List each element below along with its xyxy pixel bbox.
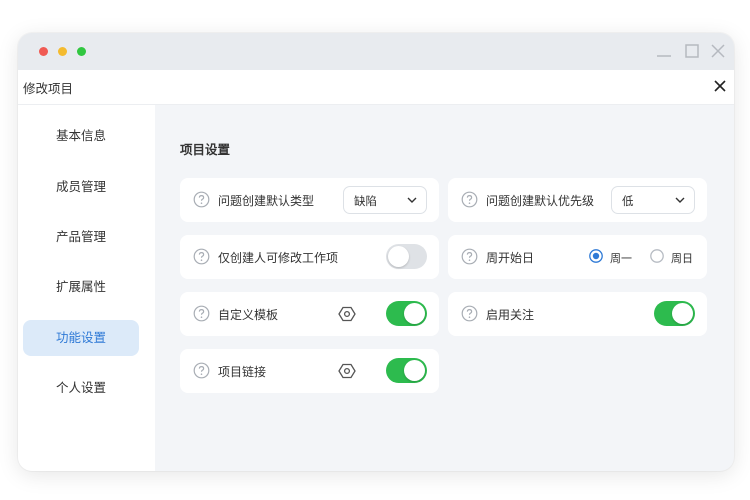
maximize-icon[interactable] <box>682 41 702 61</box>
dialog-header: 修改项目 <box>18 70 734 105</box>
chevron-down-icon <box>407 197 417 203</box>
week-start-option-label: 周一 <box>610 252 632 265</box>
setting-card-enable-follow: 启用关注 <box>448 292 707 336</box>
week-start-radio-monday[interactable]: 周一 <box>589 249 639 265</box>
sidebar-item-basic-info[interactable]: 基本信息 <box>23 118 139 154</box>
creator-only-edit-label: 仅创建人可修改工作项 <box>218 251 339 265</box>
question-circle-icon[interactable] <box>193 191 210 208</box>
default-type-select[interactable]: 缺陷 <box>343 186 427 214</box>
default-type-value: 缺陷 <box>354 194 377 208</box>
hexagon-gear-icon[interactable] <box>338 362 356 380</box>
default-priority-value: 低 <box>622 194 634 208</box>
toggle-knob <box>404 360 425 381</box>
custom-template-label: 自定义模板 <box>218 308 279 322</box>
week-start-option-label: 周日 <box>671 252 693 265</box>
question-circle-icon[interactable] <box>461 305 478 322</box>
zoom-traffic-light[interactable] <box>77 47 86 56</box>
toggle-knob <box>388 246 409 267</box>
sidebar-item-extended-attributes[interactable]: 扩展属性 <box>23 269 139 305</box>
enable-follow-label: 启用关注 <box>486 308 535 322</box>
window-close-icon[interactable] <box>708 41 728 61</box>
dialog-title: 修改项目 <box>23 81 74 96</box>
project-link-label: 项目链接 <box>218 365 267 379</box>
question-circle-icon[interactable] <box>461 191 478 208</box>
sidebar-item-members[interactable]: 成员管理 <box>23 169 139 205</box>
sidebar-item-products[interactable]: 产品管理 <box>23 219 139 255</box>
toggle-knob <box>404 303 425 324</box>
radio-unselected-icon <box>650 249 664 263</box>
setting-card-project-link: 项目链接 <box>180 349 439 393</box>
setting-card-creator-only-edit: 仅创建人可修改工作项 <box>180 235 439 279</box>
app-window: 修改项目 基本信息 成员管理 产品管理 扩展属性 功能设置 个人设置 项目设置 … <box>18 33 734 471</box>
enable-follow-toggle[interactable] <box>654 301 695 326</box>
chevron-down-icon <box>675 197 685 203</box>
close-traffic-light[interactable] <box>39 47 48 56</box>
setting-card-default-type: 问题创建默认类型 缺陷 <box>180 178 439 222</box>
close-icon[interactable] <box>711 77 729 95</box>
minimize-icon[interactable] <box>654 41 674 61</box>
question-circle-icon[interactable] <box>193 248 210 265</box>
custom-template-toggle[interactable] <box>386 301 427 326</box>
setting-card-default-priority: 问题创建默认优先级 低 <box>448 178 707 222</box>
project-link-toggle[interactable] <box>386 358 427 383</box>
radio-selected-icon <box>589 249 603 263</box>
default-priority-select[interactable]: 低 <box>611 186 695 214</box>
sidebar-item-feature-settings[interactable]: 功能设置 <box>23 320 139 356</box>
hexagon-gear-icon[interactable] <box>338 305 356 323</box>
title-bar <box>18 33 734 70</box>
default-type-label: 问题创建默认类型 <box>218 194 315 208</box>
default-priority-label: 问题创建默认优先级 <box>486 194 595 208</box>
sidebar: 基本信息 成员管理 产品管理 扩展属性 功能设置 个人设置 <box>18 105 155 471</box>
question-circle-icon[interactable] <box>193 305 210 322</box>
creator-only-edit-toggle[interactable] <box>386 244 427 269</box>
week-start-label: 周开始日 <box>486 251 535 265</box>
section-title: 项目设置 <box>180 142 231 157</box>
toggle-knob <box>672 303 693 324</box>
setting-card-custom-template: 自定义模板 <box>180 292 439 336</box>
question-circle-icon[interactable] <box>193 362 210 379</box>
minimize-traffic-light[interactable] <box>58 47 67 56</box>
week-start-radio-sunday[interactable]: 周日 <box>650 249 700 265</box>
setting-card-week-start: 周开始日 周一 周日 <box>448 235 707 279</box>
sidebar-item-personal-settings[interactable]: 个人设置 <box>23 370 139 406</box>
question-circle-icon[interactable] <box>461 248 478 265</box>
